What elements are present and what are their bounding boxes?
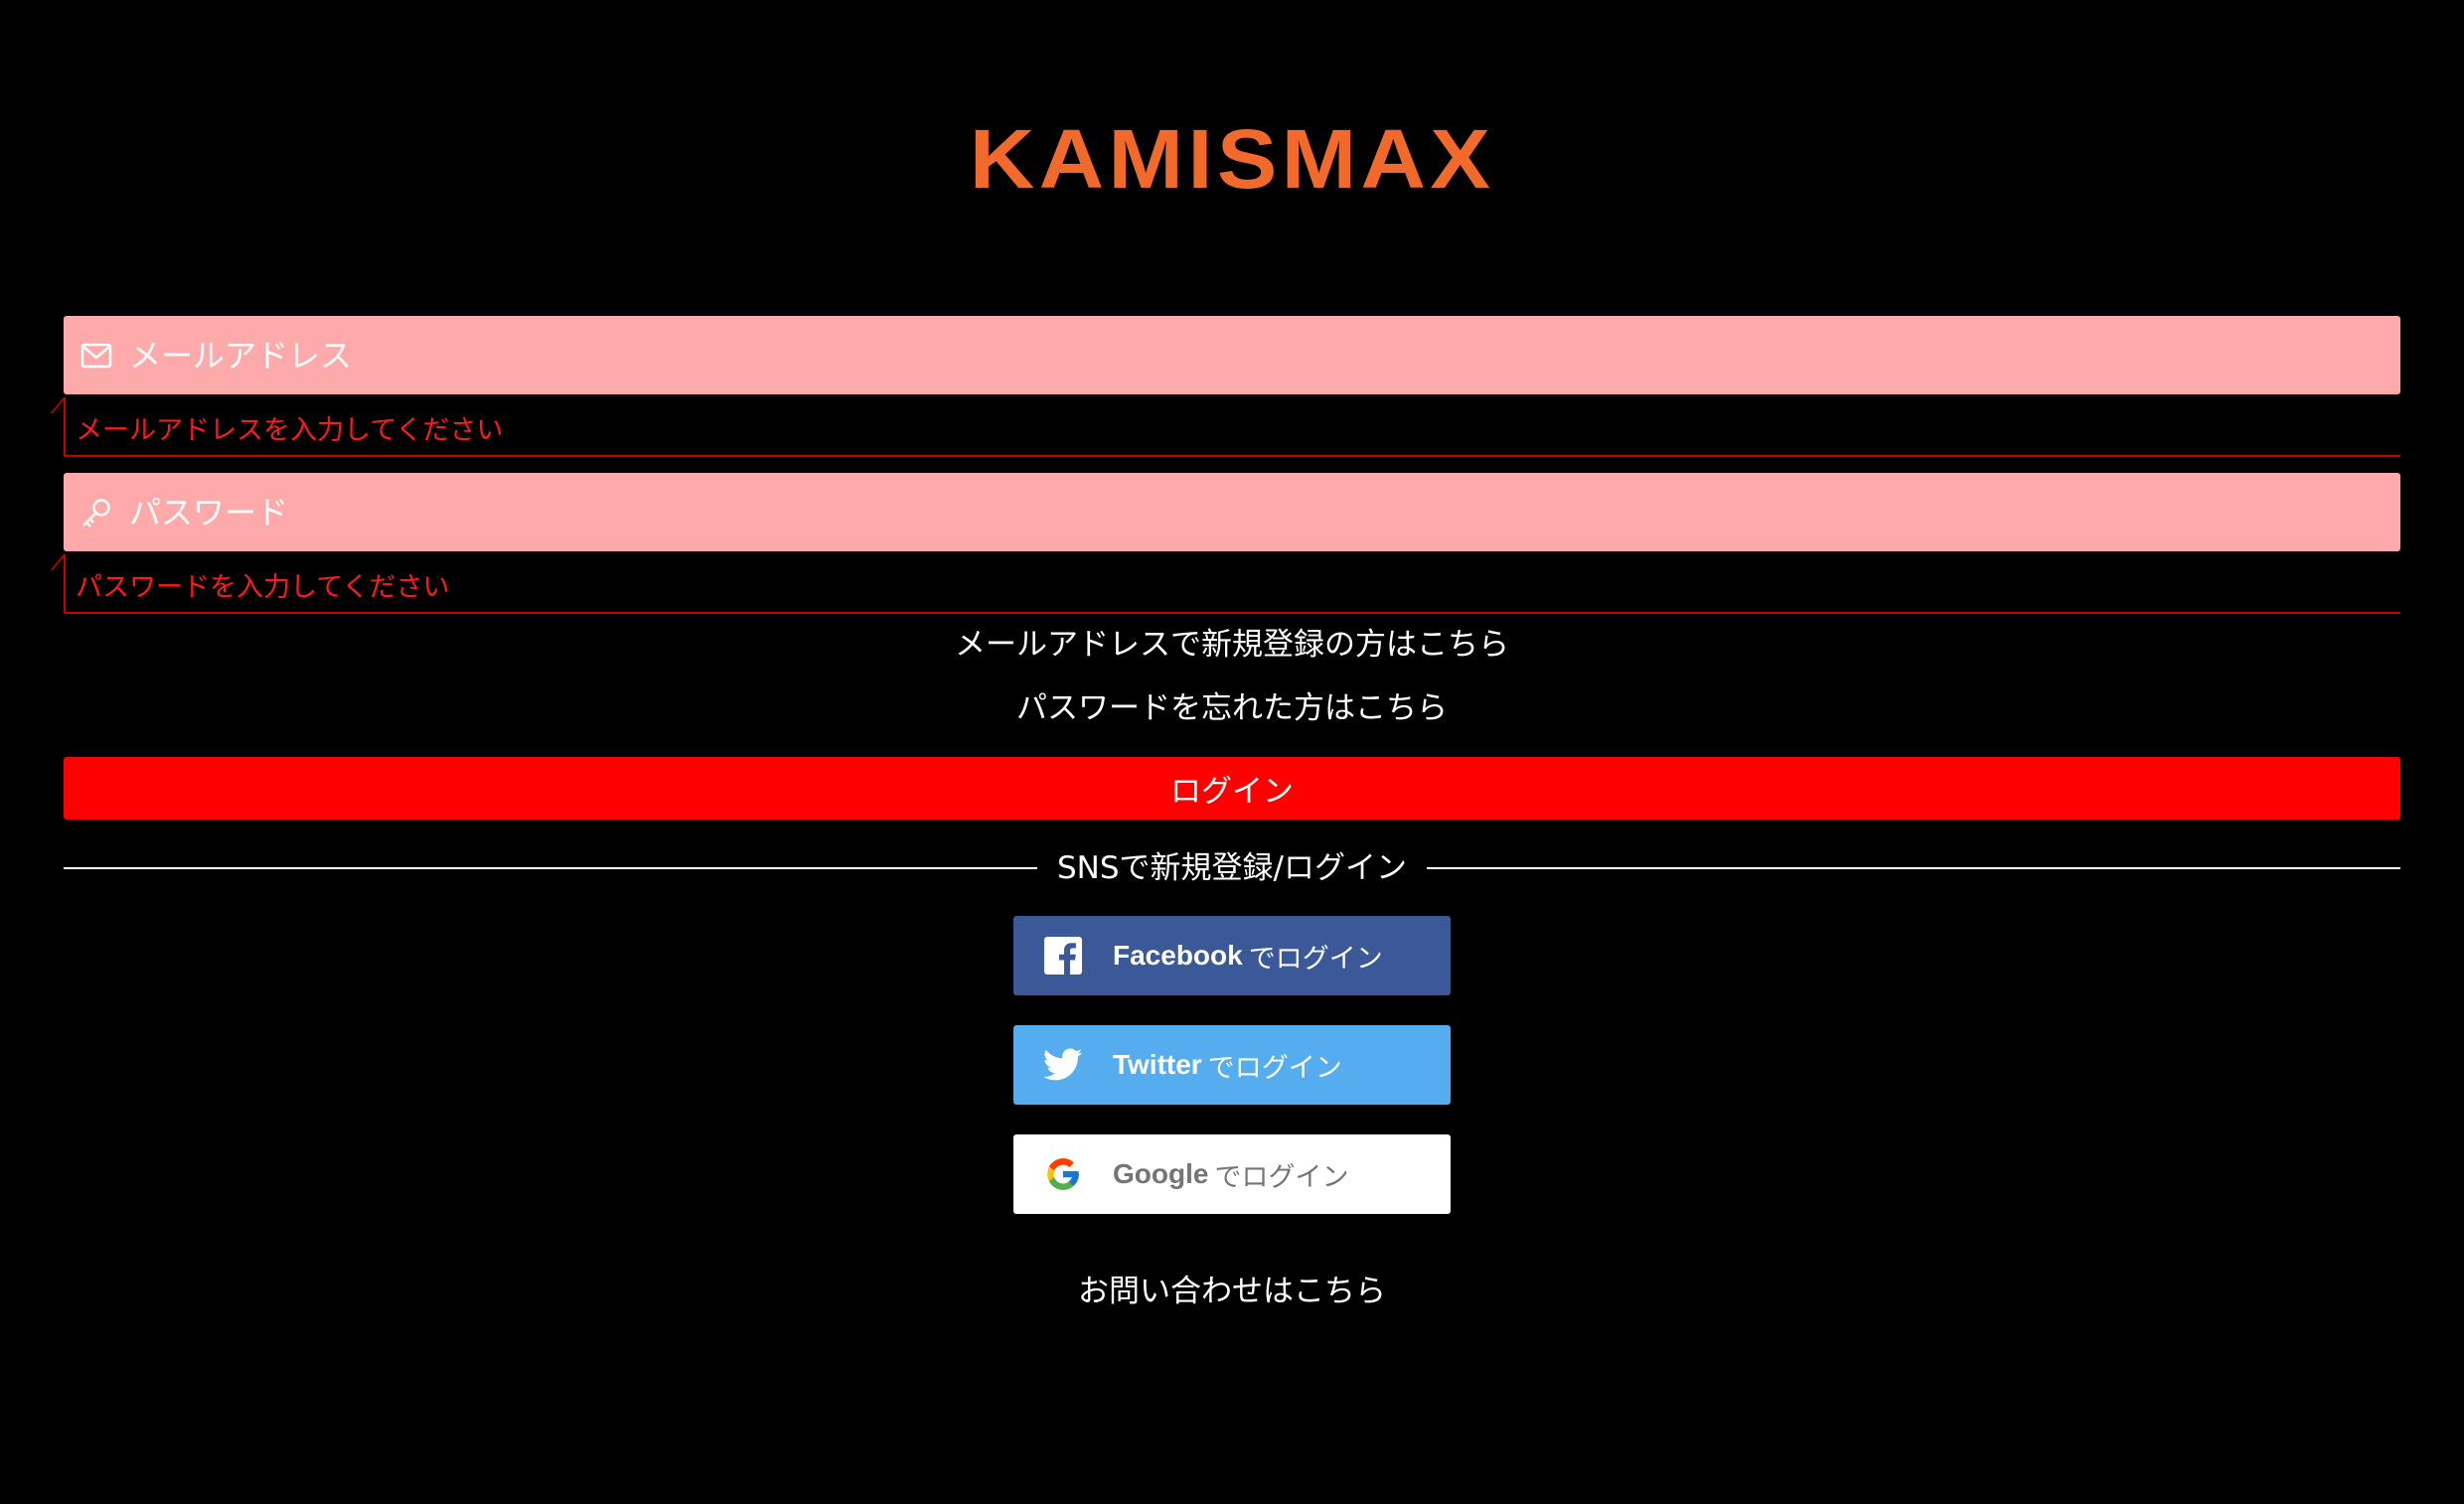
login-button[interactable]: ログイン xyxy=(64,757,2400,820)
sns-divider: SNSで新規登録/ログイン xyxy=(64,848,2400,888)
facebook-suffix-label: でログイン xyxy=(1248,943,1383,975)
envelope-icon xyxy=(79,339,113,373)
brand-logo: KAMISMAX xyxy=(969,112,1495,206)
divider-line-left xyxy=(64,867,1037,869)
facebook-brand-label: Facebook xyxy=(1113,940,1243,971)
contact-link[interactable]: お問い合わせはこちら xyxy=(0,1272,2464,1311)
facebook-icon xyxy=(1043,936,1083,976)
google-icon xyxy=(1043,1154,1083,1194)
divider-line-right xyxy=(1427,867,2400,869)
google-brand-label: Google xyxy=(1113,1158,1209,1189)
twitter-icon xyxy=(1043,1045,1083,1085)
password-error-message: パスワードを入力してください xyxy=(64,554,2400,614)
google-suffix-label: でログイン xyxy=(1214,1161,1349,1193)
google-login-button[interactable]: Google でログイン xyxy=(1013,1134,1451,1214)
twitter-brand-label: Twitter xyxy=(1113,1049,1202,1080)
forgot-password-link[interactable]: パスワードを忘れた方はこちら xyxy=(0,688,2464,728)
email-error-message: メールアドレスを入力してください xyxy=(64,397,2400,457)
password-input[interactable] xyxy=(129,473,2400,551)
email-field-container xyxy=(64,316,2400,394)
twitter-suffix-label: でログイン xyxy=(1207,1052,1342,1084)
password-field-container xyxy=(64,473,2400,551)
email-input[interactable] xyxy=(129,316,2400,394)
key-icon xyxy=(79,496,113,529)
twitter-login-button[interactable]: Twitter でログイン xyxy=(1013,1025,1451,1105)
login-page: KAMISMAX メールアドレスを入力してください パスワードを入力してください… xyxy=(0,0,2464,1504)
facebook-login-button[interactable]: Facebook でログイン xyxy=(1013,916,1451,995)
sns-divider-label: SNSで新規登録/ログイン xyxy=(1057,850,1407,886)
register-email-link[interactable]: メールアドレスで新規登録の方はこちら xyxy=(0,625,2464,665)
